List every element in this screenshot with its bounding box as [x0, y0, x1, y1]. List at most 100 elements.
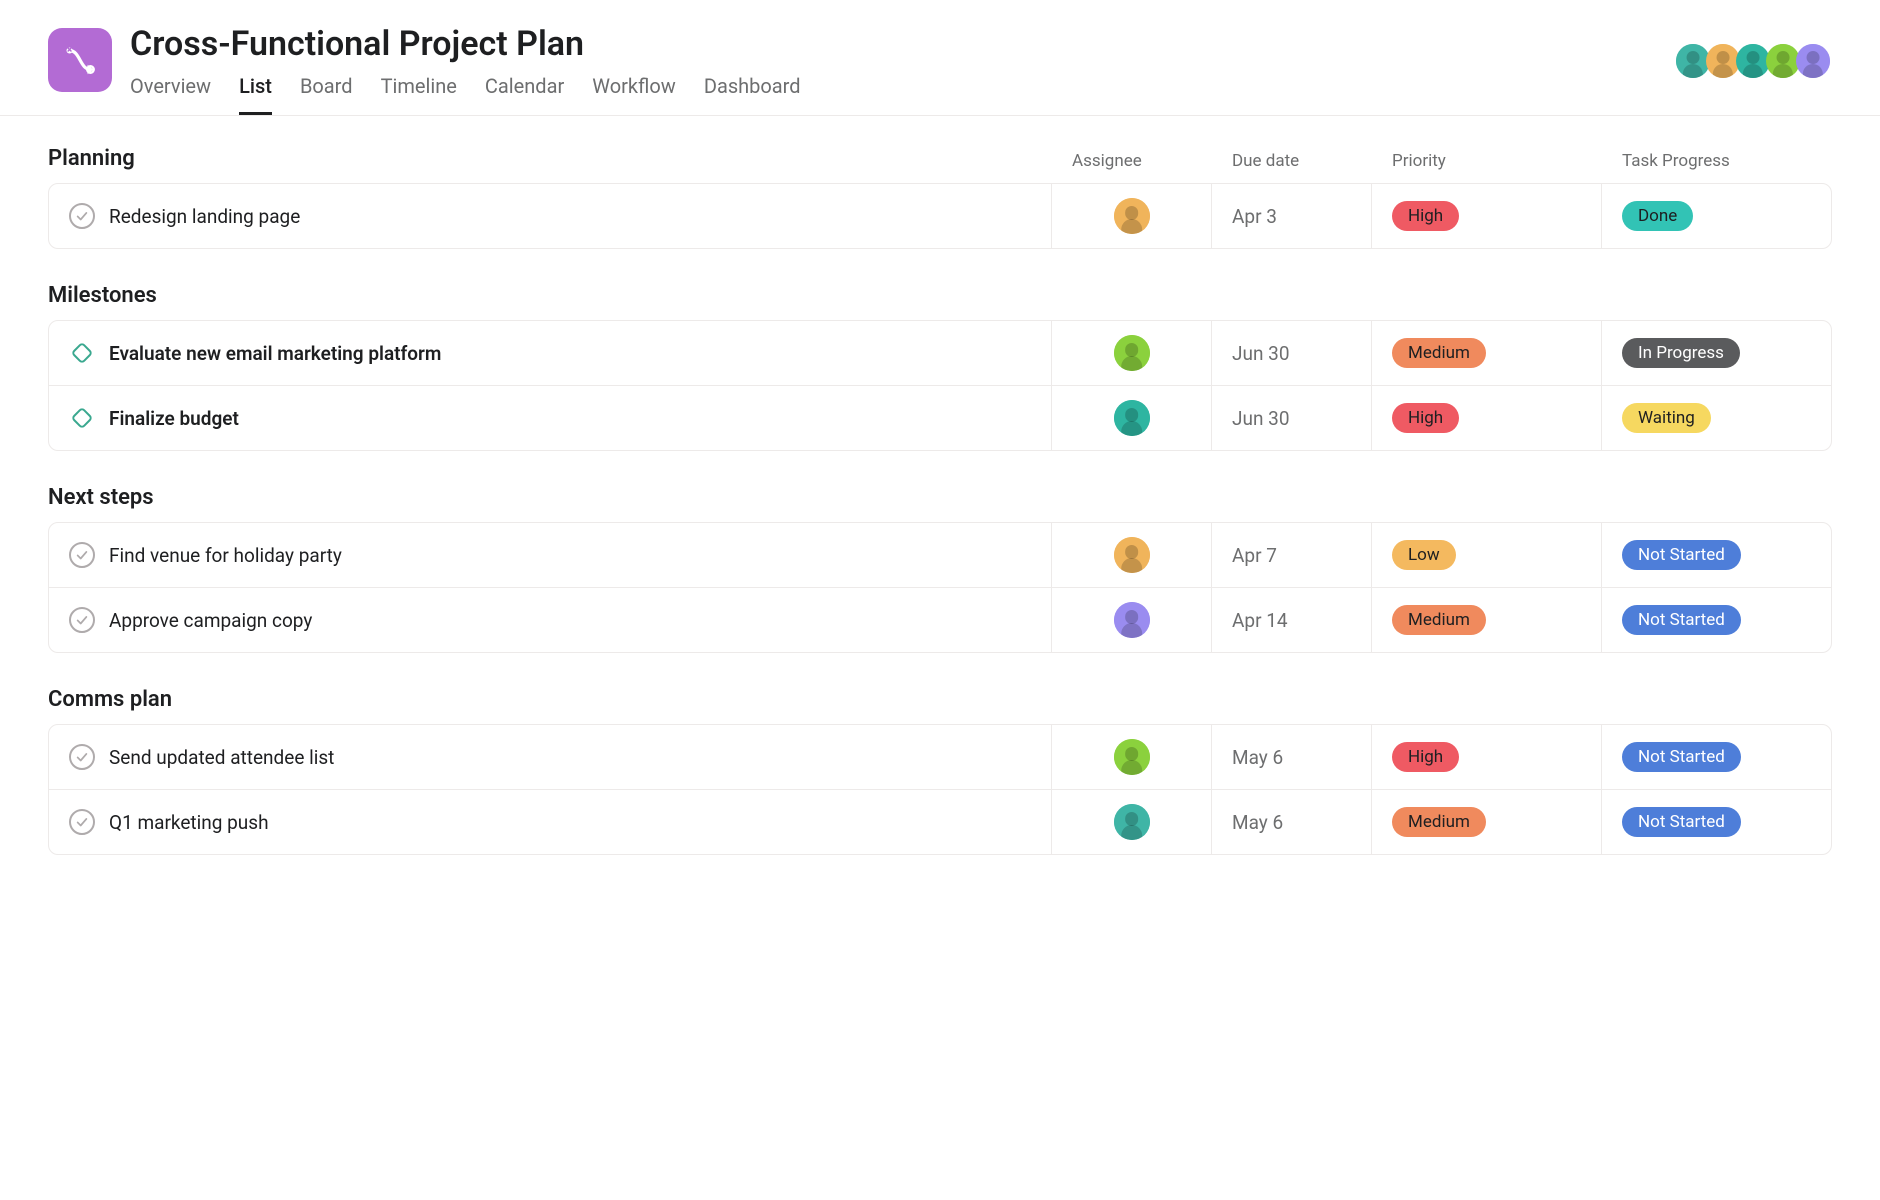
tab-dashboard[interactable]: Dashboard — [704, 74, 801, 115]
task-row[interactable]: Evaluate new email marketing platform Jun… — [49, 321, 1831, 385]
priority-cell[interactable]: High — [1371, 725, 1601, 789]
priority-pill[interactable]: Low — [1392, 540, 1456, 570]
task-row[interactable]: Approve campaign copy Apr 14 Medium Not Sta… — [49, 587, 1831, 652]
task-table: Evaluate new email marketing platform Jun… — [48, 320, 1832, 451]
due-date-cell[interactable]: Apr 7 — [1211, 523, 1371, 587]
priority-pill[interactable]: High — [1392, 201, 1459, 231]
assignee-avatar[interactable] — [1114, 804, 1150, 840]
task-name-cell[interactable]: Approve campaign copy — [49, 588, 1051, 652]
task-row[interactable]: Q1 marketing push May 6 Medium Not Started — [49, 789, 1831, 854]
progress-pill[interactable]: Waiting — [1622, 403, 1711, 433]
task-row[interactable]: Find venue for holiday party Apr 7 Low Not … — [49, 523, 1831, 587]
progress-cell[interactable]: Not Started — [1601, 588, 1831, 652]
section-title[interactable]: Planning — [48, 146, 1052, 171]
complete-checkbox[interactable] — [69, 203, 95, 229]
priority-cell[interactable]: Medium — [1371, 588, 1601, 652]
priority-pill[interactable]: Medium — [1392, 338, 1486, 368]
due-date-cell[interactable]: Apr 14 — [1211, 588, 1371, 652]
section-title[interactable]: Comms plan — [48, 687, 1052, 712]
progress-cell[interactable]: Not Started — [1601, 523, 1831, 587]
tab-list[interactable]: List — [239, 74, 272, 115]
task-title[interactable]: Find venue for holiday party — [109, 544, 342, 567]
progress-cell[interactable]: Not Started — [1601, 790, 1831, 854]
task-name-cell[interactable]: Finalize budget — [49, 386, 1051, 450]
progress-cell[interactable]: Not Started — [1601, 725, 1831, 789]
assignee-cell[interactable] — [1051, 725, 1211, 789]
assignee-avatar[interactable] — [1114, 400, 1150, 436]
priority-cell[interactable]: Medium — [1371, 790, 1601, 854]
priority-cell[interactable]: High — [1371, 386, 1601, 450]
priority-cell[interactable]: High — [1371, 184, 1601, 248]
section: Next steps Find venue for holiday party Ap… — [48, 485, 1832, 653]
tab-timeline[interactable]: Timeline — [381, 74, 457, 115]
task-name-cell[interactable]: Evaluate new email marketing platform — [49, 321, 1051, 385]
complete-checkbox[interactable] — [69, 744, 95, 770]
assignee-cell[interactable] — [1051, 321, 1211, 385]
assignee-avatar[interactable] — [1114, 739, 1150, 775]
task-title[interactable]: Q1 marketing push — [109, 811, 269, 834]
section-title[interactable]: Milestones — [48, 283, 1052, 308]
column-header-assignee — [1052, 510, 1212, 522]
assignee-cell[interactable] — [1051, 386, 1211, 450]
priority-cell[interactable]: Medium — [1371, 321, 1601, 385]
assignee-avatar[interactable] — [1114, 537, 1150, 573]
due-date-cell[interactable]: Apr 3 — [1211, 184, 1371, 248]
member-avatar[interactable] — [1794, 42, 1832, 80]
task-name-cell[interactable]: Q1 marketing push — [49, 790, 1051, 854]
progress-pill[interactable]: Not Started — [1622, 605, 1741, 635]
priority-pill[interactable]: Medium — [1392, 807, 1486, 837]
assignee-cell[interactable] — [1051, 523, 1211, 587]
assignee-cell[interactable] — [1051, 588, 1211, 652]
priority-pill[interactable]: High — [1392, 403, 1459, 433]
column-header-progress: Task Progress — [1602, 151, 1832, 183]
task-row[interactable]: Redesign landing page Apr 3 High Done — [49, 184, 1831, 248]
progress-pill[interactable]: Done — [1622, 201, 1693, 231]
assignee-cell[interactable] — [1051, 790, 1211, 854]
column-header-due — [1212, 308, 1372, 320]
progress-cell[interactable]: Done — [1601, 184, 1831, 248]
complete-checkbox[interactable] — [69, 542, 95, 568]
task-name-cell[interactable]: Redesign landing page — [49, 184, 1051, 248]
task-name-cell[interactable]: Send updated attendee list — [49, 725, 1051, 789]
tab-workflow[interactable]: Workflow — [592, 74, 676, 115]
column-header-assignee — [1052, 308, 1212, 320]
complete-checkbox[interactable] — [69, 607, 95, 633]
project-title: Cross-Functional Project Plan — [130, 24, 801, 64]
flow-icon — [61, 41, 99, 79]
task-list-content: PlanningAssigneeDue datePriorityTask Pro… — [0, 116, 1880, 919]
task-title[interactable]: Redesign landing page — [109, 205, 300, 228]
task-title[interactable]: Finalize budget — [109, 407, 239, 430]
due-date-cell[interactable]: Jun 30 — [1211, 321, 1371, 385]
due-date-cell[interactable]: May 6 — [1211, 725, 1371, 789]
priority-pill[interactable]: Medium — [1392, 605, 1486, 635]
tab-board[interactable]: Board — [300, 74, 353, 115]
assignee-avatar[interactable] — [1114, 198, 1150, 234]
task-title[interactable]: Send updated attendee list — [109, 746, 334, 769]
progress-pill[interactable]: Not Started — [1622, 540, 1741, 570]
assignee-avatar[interactable] — [1114, 335, 1150, 371]
tab-overview[interactable]: Overview — [130, 74, 211, 115]
tab-calendar[interactable]: Calendar — [485, 74, 564, 115]
progress-pill[interactable]: Not Started — [1622, 742, 1741, 772]
priority-pill[interactable]: High — [1392, 742, 1459, 772]
task-name-cell[interactable]: Find venue for holiday party — [49, 523, 1051, 587]
task-title[interactable]: Evaluate new email marketing platform — [109, 342, 441, 365]
header-left: Cross-Functional Project Plan Overview Li… — [48, 24, 801, 115]
complete-checkbox[interactable] — [69, 809, 95, 835]
due-date-cell[interactable]: May 6 — [1211, 790, 1371, 854]
task-title[interactable]: Approve campaign copy — [109, 609, 312, 632]
progress-cell[interactable]: Waiting — [1601, 386, 1831, 450]
priority-cell[interactable]: Low — [1371, 523, 1601, 587]
assignee-avatar[interactable] — [1114, 602, 1150, 638]
progress-pill[interactable]: In Progress — [1622, 338, 1740, 368]
progress-cell[interactable]: In Progress — [1601, 321, 1831, 385]
task-row[interactable]: Send updated attendee list May 6 High Not S… — [49, 725, 1831, 789]
due-date-cell[interactable]: Jun 30 — [1211, 386, 1371, 450]
project-members[interactable] — [1674, 24, 1832, 80]
task-table: Send updated attendee list May 6 High Not S… — [48, 724, 1832, 855]
progress-pill[interactable]: Not Started — [1622, 807, 1741, 837]
section-title[interactable]: Next steps — [48, 485, 1052, 510]
project-icon[interactable] — [48, 28, 112, 92]
assignee-cell[interactable] — [1051, 184, 1211, 248]
task-row[interactable]: Finalize budget Jun 30 High Waiting — [49, 385, 1831, 450]
